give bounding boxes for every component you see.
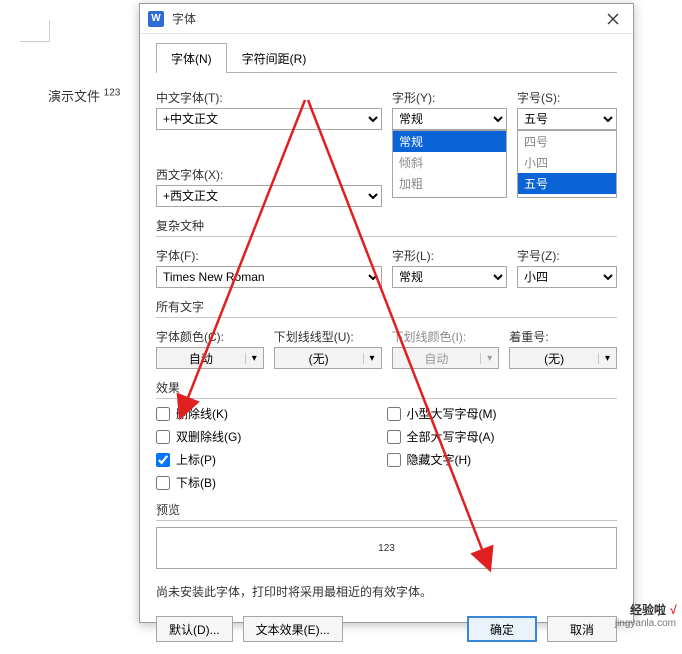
titlebar: W 字体 <box>140 4 633 34</box>
chk-hidden-box[interactable] <box>387 453 401 467</box>
emphasis-label: 着重号: <box>509 328 617 345</box>
caret-icon: ▾ <box>245 353 263 364</box>
watermark: 经验啦 √ jingyanla.com <box>615 601 676 629</box>
chk-smallcaps-box[interactable] <box>387 407 401 421</box>
cx-style-label: 字形(L): <box>392 247 507 264</box>
chk-sub[interactable]: 下标(B) <box>156 474 387 491</box>
demo-superscript: 123 <box>104 88 121 99</box>
preview-title: 预览 <box>156 501 617 518</box>
close-button[interactable] <box>593 4 633 34</box>
ok-button[interactable]: 确定 <box>467 616 537 642</box>
caret-icon: ▾ <box>363 353 381 364</box>
chk-hidden[interactable]: 隐藏文字(H) <box>387 451 618 468</box>
chk-dstrike-box[interactable] <box>156 430 170 444</box>
size-opt-5[interactable]: 五号 <box>518 173 616 194</box>
chk-super-box[interactable] <box>156 453 170 467</box>
button-bar: 默认(D)... 文本效果(E)... 确定 取消 <box>156 616 617 642</box>
check-icon: √ <box>669 603 676 617</box>
ulcolor-dropdown: 自动▾ <box>392 347 500 369</box>
font-dialog: W 字体 字体(N) 字符间距(R) 中文字体(T): +中文正文 西文字体(X… <box>139 3 634 623</box>
text-effect-button[interactable]: 文本效果(E)... <box>243 616 343 642</box>
chk-smallcaps[interactable]: 小型大写字母(M) <box>387 405 618 422</box>
chk-strike[interactable]: 删除线(K) <box>156 405 387 422</box>
west-font-select[interactable]: +西文正文 <box>156 185 382 207</box>
dialog-title: 字体 <box>172 10 593 27</box>
chk-dstrike[interactable]: 双删除线(G) <box>156 428 387 445</box>
chk-strike-box[interactable] <box>156 407 170 421</box>
tab-bar: 字体(N) 字符间距(R) <box>156 42 617 73</box>
demo-text: 演示文件 <box>48 89 100 104</box>
size-label: 字号(S): <box>517 89 617 106</box>
cx-size-label: 字号(Z): <box>517 247 617 264</box>
cx-font-select[interactable]: Times New Roman <box>156 266 382 288</box>
style-opt-italic[interactable]: 倾斜 <box>393 152 506 173</box>
cx-size-select[interactable]: 小四 <box>517 266 617 288</box>
font-install-hint: 尚未安装此字体，打印时将采用最相近的有效字体。 <box>156 583 617 600</box>
size-input[interactable]: 五号 <box>517 108 617 130</box>
cn-font-label: 中文字体(T): <box>156 89 382 106</box>
preview-box: 123 <box>156 527 617 569</box>
ulcolor-label: 下划线颜色(I): <box>392 328 500 345</box>
alltext-title: 所有文字 <box>156 298 617 315</box>
style-opt-regular[interactable]: 常规 <box>393 131 506 152</box>
caret-icon: ▾ <box>480 353 498 364</box>
cancel-button[interactable]: 取消 <box>547 616 617 642</box>
chk-sub-box[interactable] <box>156 476 170 490</box>
effects-title: 效果 <box>156 379 617 396</box>
cx-style-select[interactable]: 常规 <box>392 266 507 288</box>
color-dropdown[interactable]: 自动▾ <box>156 347 264 369</box>
chk-allcaps-box[interactable] <box>387 430 401 444</box>
cx-font-label: 字体(F): <box>156 247 382 264</box>
app-icon: W <box>148 11 164 27</box>
style-label: 字形(Y): <box>392 89 507 106</box>
style-listbox[interactable]: 常规 倾斜 加粗 <box>392 130 507 198</box>
size-opt-x4[interactable]: 小四 <box>518 152 616 173</box>
chk-super[interactable]: 上标(P) <box>156 451 387 468</box>
close-icon <box>607 13 619 25</box>
west-font-label: 西文字体(X): <box>156 166 382 183</box>
page-margin-corner <box>20 20 50 42</box>
document-text: 演示文件 123 <box>48 86 120 105</box>
preview-text: 123 <box>378 543 395 554</box>
watermark-line2: jingyanla.com <box>615 618 676 629</box>
emphasis-dropdown[interactable]: (无)▾ <box>509 347 617 369</box>
underline-label: 下划线线型(U): <box>274 328 382 345</box>
chk-allcaps[interactable]: 全部大写字母(A) <box>387 428 618 445</box>
watermark-line1: 经验啦 <box>630 603 666 617</box>
size-listbox[interactable]: 四号 小四 五号 <box>517 130 617 198</box>
tab-spacing[interactable]: 字符间距(R) <box>227 43 322 73</box>
underline-dropdown[interactable]: (无)▾ <box>274 347 382 369</box>
tab-font[interactable]: 字体(N) <box>156 43 227 73</box>
cn-font-select[interactable]: +中文正文 <box>156 108 382 130</box>
style-input[interactable]: 常规 <box>392 108 507 130</box>
default-button[interactable]: 默认(D)... <box>156 616 233 642</box>
size-opt-4[interactable]: 四号 <box>518 131 616 152</box>
style-opt-bold[interactable]: 加粗 <box>393 173 506 194</box>
caret-icon: ▾ <box>598 353 616 364</box>
complex-title: 复杂文种 <box>156 217 617 234</box>
color-label: 字体颜色(C): <box>156 328 264 345</box>
